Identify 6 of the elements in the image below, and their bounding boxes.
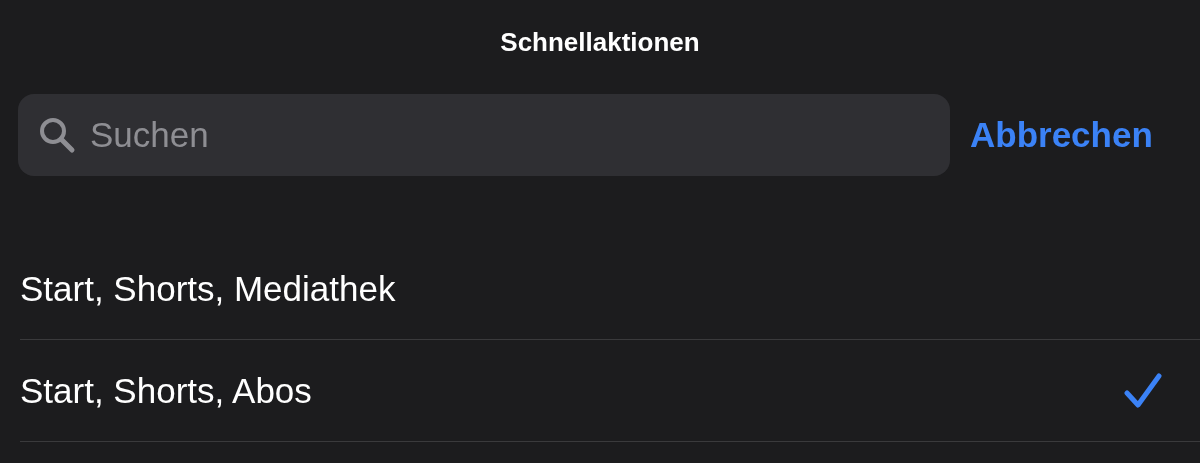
cancel-button[interactable]: Abbrechen	[970, 115, 1153, 155]
screen-title: Schnellaktionen	[500, 26, 700, 59]
option-label[interactable]: Start, Shorts, Mediathek	[20, 268, 396, 309]
search-field[interactable]: Suchen	[18, 94, 950, 176]
option-label[interactable]: Start, Shorts, Abos	[20, 370, 312, 411]
search-icon	[38, 116, 76, 154]
